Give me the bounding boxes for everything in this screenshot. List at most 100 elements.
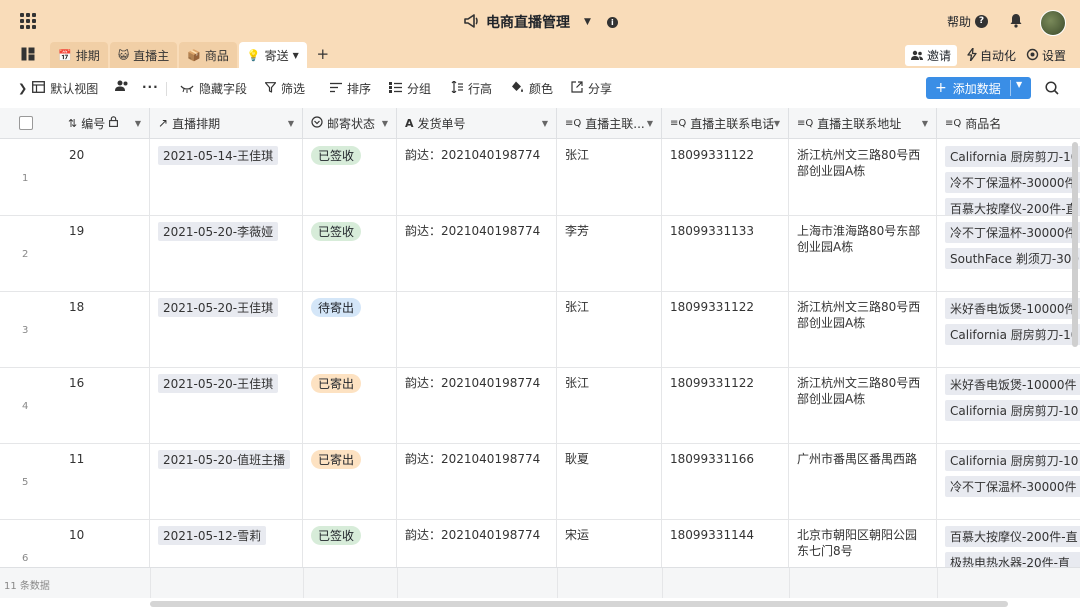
tab-streamers[interactable]: 😺 直播主: [109, 42, 178, 68]
schedule-cell[interactable]: 2021-05-20-王佳琪: [150, 367, 303, 443]
tab-shipping[interactable]: 💡 寄送 ▼: [238, 42, 307, 68]
chevron-down-icon[interactable]: ▼: [774, 119, 780, 128]
hide-fields-button[interactable]: 隐藏字段: [180, 80, 247, 97]
tracking-cell[interactable]: [397, 291, 557, 367]
tab-products[interactable]: 📦 商品: [179, 42, 237, 68]
product-tag[interactable]: 百慕大按摩仪-200件-直: [945, 198, 1080, 215]
schedule-link-tag[interactable]: 2021-05-20-值班主播: [158, 450, 291, 469]
tracking-cell[interactable]: 韵达：2021040198774: [397, 215, 557, 291]
vertical-scrollbar[interactable]: [1072, 142, 1078, 347]
schedule-link-tag[interactable]: 2021-05-14-王佳琪: [158, 146, 279, 165]
add-data-button[interactable]: + 添加数据 ▼: [926, 77, 1031, 99]
select-all-checkbox[interactable]: [19, 116, 33, 130]
column-header-address[interactable]: ≡Q 直播主联系地址 ▼: [789, 108, 937, 138]
column-header-products[interactable]: ≡Q 商品名: [937, 108, 1080, 138]
product-tag[interactable]: California 厨房剪刀-10: [945, 324, 1080, 345]
sidebar-toggle-icon[interactable]: [21, 47, 35, 61]
search-icon[interactable]: [1045, 81, 1059, 98]
chevron-down-icon[interactable]: ▼: [922, 119, 928, 128]
column-header-status[interactable]: 邮寄状态 ▼: [303, 108, 397, 138]
product-tag[interactable]: SouthFace 剃须刀-300: [945, 248, 1080, 269]
status-cell[interactable]: 已寄出: [303, 367, 397, 443]
phone-cell[interactable]: 18099331133: [662, 215, 789, 291]
app-title-area[interactable]: 电商直播管理 ▼ i: [464, 12, 618, 32]
address-cell[interactable]: 浙江杭州文三路80号西部创业园A栋: [789, 139, 937, 215]
row-height-button[interactable]: 行高: [451, 80, 492, 97]
status-cell[interactable]: 已签收: [303, 215, 397, 291]
tracking-cell[interactable]: 韵达：2021040198774: [397, 139, 557, 215]
contact-cell[interactable]: 张江: [557, 291, 662, 367]
collaborators-icon[interactable]: [115, 80, 129, 91]
address-cell[interactable]: 浙江杭州文三路80号西部创业园A栋: [789, 367, 937, 443]
chevron-down-icon[interactable]: ▼: [288, 119, 294, 128]
column-header-tracking[interactable]: A 发货单号 ▼: [397, 108, 557, 138]
color-button[interactable]: 颜色: [511, 80, 553, 97]
chevron-down-icon[interactable]: ▼: [382, 119, 388, 128]
contact-cell[interactable]: 李芳: [557, 215, 662, 291]
product-tag[interactable]: California 厨房剪刀-10: [945, 146, 1080, 167]
more-icon[interactable]: ···: [142, 80, 159, 94]
schedule-link-tag[interactable]: 2021-05-20-李薇娅: [158, 222, 279, 241]
contact-cell[interactable]: 张江: [557, 367, 662, 443]
settings-button[interactable]: 设置: [1026, 47, 1066, 64]
products-cell[interactable]: 冷不丁保温杯-30000件 SouthFace 剃须刀-300: [937, 215, 1080, 291]
chevron-down-icon[interactable]: ▼: [584, 17, 591, 27]
column-header-contact[interactable]: ≡Q 直播主联... ▼: [557, 108, 662, 138]
schedule-cell[interactable]: 2021-05-20-值班主播: [150, 443, 303, 519]
chevron-down-icon[interactable]: ▼: [293, 51, 299, 60]
tab-schedule[interactable]: 📅 排期: [50, 42, 108, 68]
table-row[interactable]: 5 11 2021-05-20-值班主播 已寄出 韵达：202104019877…: [0, 443, 1080, 520]
schedule-cell[interactable]: 2021-05-14-王佳琪: [150, 139, 303, 215]
help-button[interactable]: 帮助 ?: [947, 13, 989, 30]
view-selector[interactable]: ❯ 默认视图: [18, 80, 98, 97]
product-tag[interactable]: 米好香电饭煲-10000件: [945, 374, 1080, 395]
phone-cell[interactable]: 18099331122: [662, 291, 789, 367]
schedule-cell[interactable]: 2021-05-20-李薇娅: [150, 215, 303, 291]
status-cell[interactable]: 已签收: [303, 139, 397, 215]
column-header-phone[interactable]: ≡Q 直播主联系电话 ▼: [662, 108, 789, 138]
contact-cell[interactable]: 耿夏: [557, 443, 662, 519]
address-cell[interactable]: 广州市番禺区番禺西路: [789, 443, 937, 519]
chevron-down-icon[interactable]: ▼: [647, 119, 653, 128]
schedule-link-tag[interactable]: 2021-05-12-雪莉: [158, 526, 267, 545]
automation-button[interactable]: 自动化: [967, 46, 1016, 64]
status-cell[interactable]: 已寄出: [303, 443, 397, 519]
horizontal-scrollbar[interactable]: [150, 601, 1008, 607]
chevron-down-icon[interactable]: ▼: [135, 119, 141, 128]
product-tag[interactable]: 冷不丁保温杯-30000件: [945, 476, 1080, 497]
address-cell[interactable]: 浙江杭州文三路80号西部创业园A栋: [789, 291, 937, 367]
column-header-id[interactable]: ⇅ 编号 ▼: [60, 108, 150, 138]
table-row[interactable]: 4 16 2021-05-20-王佳琪 已寄出 韵达：2021040198774…: [0, 367, 1080, 444]
product-tag[interactable]: California 厨房剪刀-10: [945, 450, 1080, 471]
contact-cell[interactable]: 张江: [557, 139, 662, 215]
phone-cell[interactable]: 18099331122: [662, 367, 789, 443]
filter-button[interactable]: 筛选: [264, 80, 305, 97]
address-cell[interactable]: 上海市淮海路80号东部创业园A栋: [789, 215, 937, 291]
product-tag[interactable]: 冷不丁保温杯-30000件: [945, 222, 1080, 243]
tracking-cell[interactable]: 韵达：2021040198774: [397, 443, 557, 519]
product-tag[interactable]: California 厨房剪刀-10: [945, 400, 1080, 421]
column-header-schedule[interactable]: ↗ 直播排期 ▼: [150, 108, 303, 138]
sort-button[interactable]: 排序: [330, 80, 371, 97]
avatar[interactable]: [1040, 10, 1066, 36]
products-cell[interactable]: California 厨房剪刀-10 冷不丁保温杯-30000件百慕大按摩仪-20…: [937, 139, 1080, 215]
table-row[interactable]: 2 19 2021-05-20-李薇娅 已签收 韵达：2021040198774…: [0, 215, 1080, 292]
info-icon[interactable]: i: [606, 16, 618, 28]
phone-cell[interactable]: 18099331166: [662, 443, 789, 519]
share-button[interactable]: 分享: [571, 80, 612, 97]
schedule-link-tag[interactable]: 2021-05-20-王佳琪: [158, 374, 279, 393]
schedule-link-tag[interactable]: 2021-05-20-王佳琪: [158, 298, 279, 317]
product-tag[interactable]: 米好香电饭煲-10000件: [945, 298, 1080, 319]
invite-button[interactable]: 邀请: [904, 45, 957, 66]
products-cell[interactable]: California 厨房剪刀-10 冷不丁保温杯-30000件: [937, 443, 1080, 519]
chevron-down-icon[interactable]: ▼: [1016, 80, 1022, 89]
product-tag[interactable]: 冷不丁保温杯-30000件: [945, 172, 1080, 193]
products-cell[interactable]: 米好香电饭煲-10000件 California 厨房剪刀-10: [937, 291, 1080, 367]
phone-cell[interactable]: 18099331122: [662, 139, 789, 215]
tracking-cell[interactable]: 韵达：2021040198774: [397, 367, 557, 443]
products-cell[interactable]: 米好香电饭煲-10000件 California 厨房剪刀-10: [937, 367, 1080, 443]
chevron-down-icon[interactable]: ▼: [542, 119, 548, 128]
group-button[interactable]: 分组: [389, 80, 431, 97]
status-cell[interactable]: 待寄出: [303, 291, 397, 367]
bell-icon[interactable]: [1009, 13, 1023, 31]
